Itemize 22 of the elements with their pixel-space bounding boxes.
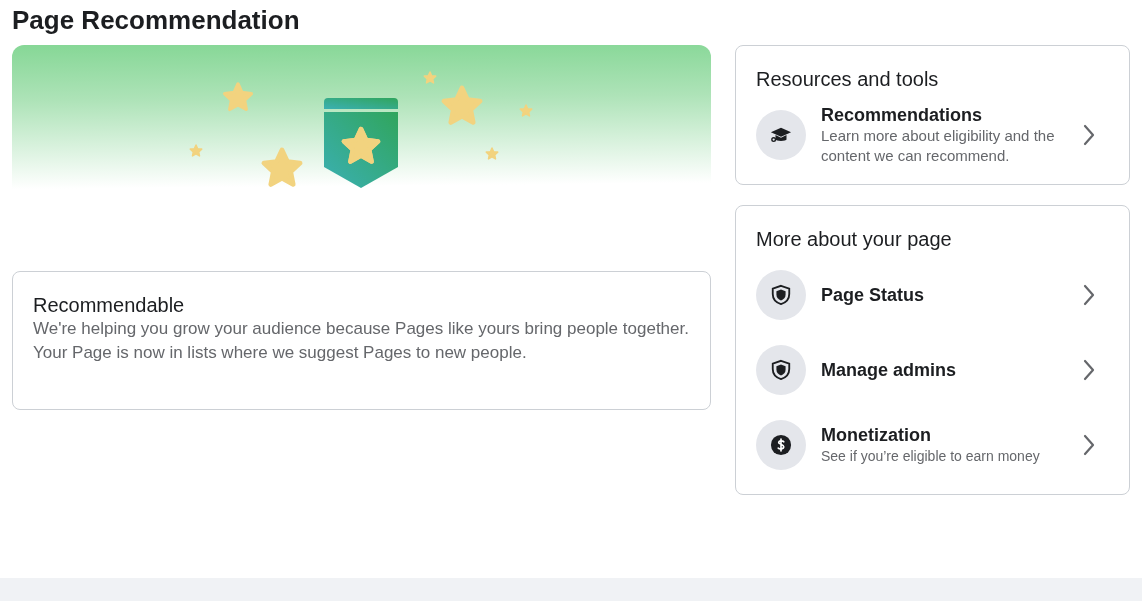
chevron-right-icon bbox=[1083, 358, 1095, 381]
item-subtitle: See if you’re eligible to earn money bbox=[821, 446, 1041, 466]
dollar-icon bbox=[770, 433, 792, 456]
section-title: Resources and tools bbox=[756, 67, 940, 92]
item-title: Recommendations bbox=[821, 103, 984, 126]
chevron-right-icon bbox=[1083, 123, 1095, 146]
shield-icon bbox=[770, 283, 792, 306]
section-title: More about your page bbox=[756, 227, 953, 252]
menu-item[interactable]: Recommendations Learn more about eligibility and the content we can recommend. bbox=[756, 97, 1109, 172]
item-title: Page Status bbox=[821, 283, 926, 306]
item-title: Manage admins bbox=[821, 358, 958, 381]
menu-item[interactable]: Manage admins bbox=[756, 332, 1109, 407]
chevron-right-icon bbox=[1083, 433, 1095, 456]
item-subtitle: Learn more about eligibility and the content we can recommend. bbox=[821, 125, 1056, 166]
item-title: Monetization bbox=[821, 423, 932, 446]
page-title: Page Recommendation bbox=[12, 4, 300, 37]
chevron-right-icon bbox=[1083, 283, 1095, 306]
menu-item[interactable]: Page Status bbox=[756, 257, 1109, 332]
status-description: We're helping you grow your audience because Pages like yours bring people together. Your Page is now in lists where we suggest Pages to new people. bbox=[33, 318, 690, 364]
shield-icon bbox=[770, 358, 792, 381]
menu-item[interactable]: Monetization See if you’re eligible to earn money bbox=[756, 407, 1109, 482]
status-title: Recommendable bbox=[33, 293, 186, 317]
